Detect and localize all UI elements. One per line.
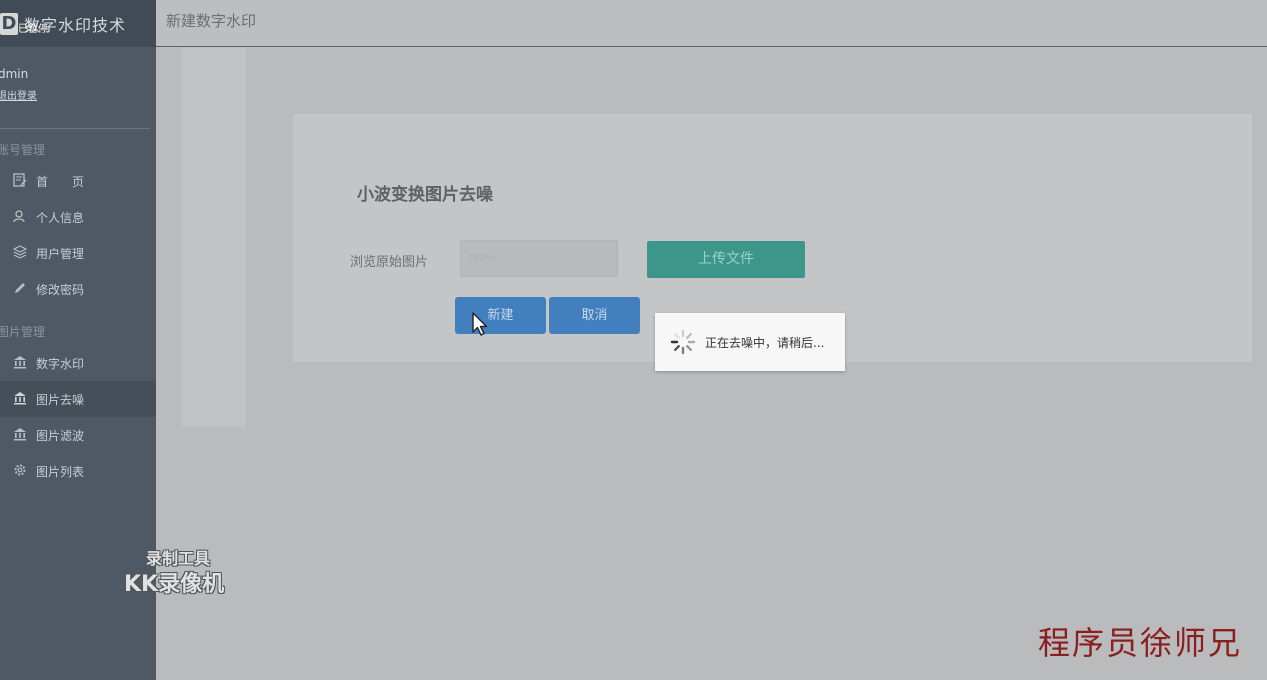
- sidebar-item-watermark[interactable]: 数字水印: [0, 345, 156, 381]
- user-name: dmin: [0, 67, 29, 81]
- user-icon: [12, 209, 28, 226]
- sidebar-item-profile[interactable]: 个人信息: [0, 199, 156, 235]
- brand-logo: D: [0, 12, 18, 35]
- brand-header: D 数字水印技术 已暂停: [0, 0, 156, 47]
- top-bar: 新建数字水印: [156, 0, 1267, 47]
- logout-link[interactable]: 退出登录: [0, 87, 156, 102]
- sidebar-item-password[interactable]: 修改密码: [0, 271, 156, 307]
- pencil-icon: [12, 281, 28, 298]
- layers-icon: [12, 244, 28, 262]
- sidebar-item-label: 修改密码: [36, 282, 85, 297]
- form-title: 小波变换图片去噪: [357, 185, 493, 205]
- user-panel: dmin 退出登录: [0, 47, 156, 102]
- sidebar-item-users[interactable]: 用户管理: [0, 235, 156, 271]
- sidebar-item-label: 图片列表: [36, 464, 85, 479]
- section-account-heading: 账号管理: [0, 143, 46, 157]
- sidebar-item-label: 用户管理: [36, 246, 85, 261]
- background-panel: [182, 47, 245, 427]
- sidebar-item-label: 数字水印: [36, 356, 85, 371]
- upload-file-button[interactable]: 上传文件: [647, 241, 805, 278]
- section-image-heading: 图片管理: [0, 325, 46, 339]
- paused-overlay-label: 已暂停: [18, 24, 48, 35]
- bank-icon: [12, 391, 28, 408]
- gear-icon: [12, 463, 28, 480]
- cancel-button[interactable]: 取消: [549, 297, 640, 334]
- file-field-label: 浏览原始图片: [350, 255, 429, 270]
- sidebar-item-image-list[interactable]: 图片列表: [0, 453, 156, 489]
- mouse-cursor-icon: [472, 312, 488, 336]
- bank-icon: [12, 355, 28, 372]
- sidebar-item-label: 首 页: [36, 174, 85, 189]
- file-input[interactable]: none: [460, 240, 618, 277]
- sidebar-divider: [0, 128, 150, 129]
- sidebar-item-denoise[interactable]: 图片去噪: [0, 381, 156, 417]
- page-title: 新建数字水印: [166, 12, 257, 30]
- new-button[interactable]: 新建: [455, 297, 546, 334]
- loading-toast: 正在去噪中，请稍后...: [655, 313, 845, 371]
- sidebar-item-label: 图片滤波: [36, 428, 85, 443]
- spinner-icon: [670, 329, 696, 355]
- recorder-watermark-line2: KK录像机: [124, 572, 225, 597]
- author-watermark: 程序员徐师兄: [1038, 624, 1243, 662]
- sidebar-item-label: 图片去噪: [36, 392, 85, 407]
- dashboard-icon: [12, 172, 28, 190]
- sidebar-item-filter[interactable]: 图片滤波: [0, 417, 156, 453]
- sidebar-item-label: 个人信息: [36, 210, 85, 225]
- bank-icon: [12, 427, 28, 444]
- sidebar-item-home[interactable]: 首 页: [0, 163, 156, 199]
- loading-text: 正在去噪中，请稍后...: [705, 335, 825, 350]
